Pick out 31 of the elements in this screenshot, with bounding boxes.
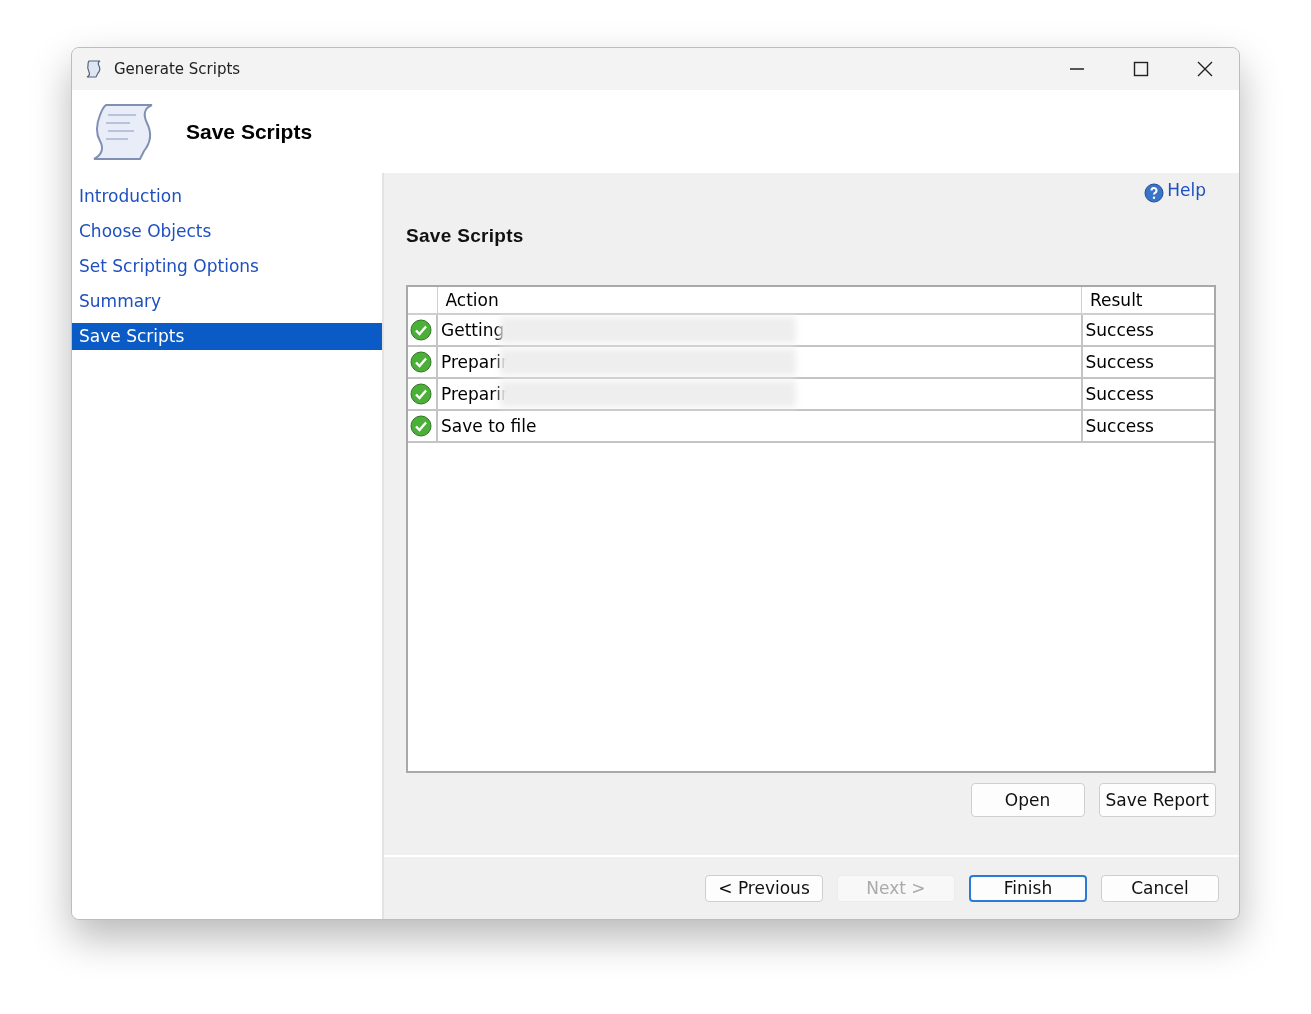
table-cell: Success — [1085, 320, 1154, 340]
success-check-icon — [410, 351, 432, 373]
table-cell: Save to file — [441, 416, 537, 436]
success-check-icon — [410, 319, 432, 341]
column-header: Action — [437, 287, 1082, 314]
table-cell: Preparir — [441, 384, 508, 404]
page-title: Save Scripts — [406, 225, 525, 247]
table-cell: Getting — [441, 320, 505, 340]
wizard-button[interactable]: < Previous — [705, 874, 823, 902]
success-check-icon — [410, 383, 432, 405]
sidebar-item[interactable]: Set Scripting Options — [72, 249, 382, 284]
wizard-button[interactable]: Finish — [969, 874, 1087, 902]
sidebar-item[interactable]: Introduction — [72, 179, 382, 214]
help-icon — [1144, 183, 1165, 203]
window-title: Generate Scripts — [114, 60, 241, 78]
table-cell: Success — [1085, 416, 1154, 436]
report-button[interactable]: Open — [970, 783, 1085, 817]
sidebar-item[interactable]: Choose Objects — [72, 214, 382, 249]
close-icon[interactable] — [1195, 59, 1215, 79]
maximize-icon[interactable] — [1131, 59, 1151, 79]
report-button[interactable]: Save Report — [1098, 783, 1216, 817]
sidebar-item[interactable]: Save Scripts — [72, 323, 382, 350]
table-cell: Success — [1085, 352, 1154, 372]
table-cell: Preparir — [441, 352, 508, 372]
wizard-button[interactable]: Cancel — [1101, 874, 1219, 902]
column-header: Result — [1081, 287, 1214, 314]
success-check-icon — [410, 415, 432, 437]
help-link[interactable]: Help — [1144, 177, 1206, 203]
sidebar-item[interactable]: Summary — [72, 284, 382, 319]
header-title: Save Scripts — [186, 119, 313, 144]
table-cell: Success — [1085, 384, 1154, 404]
